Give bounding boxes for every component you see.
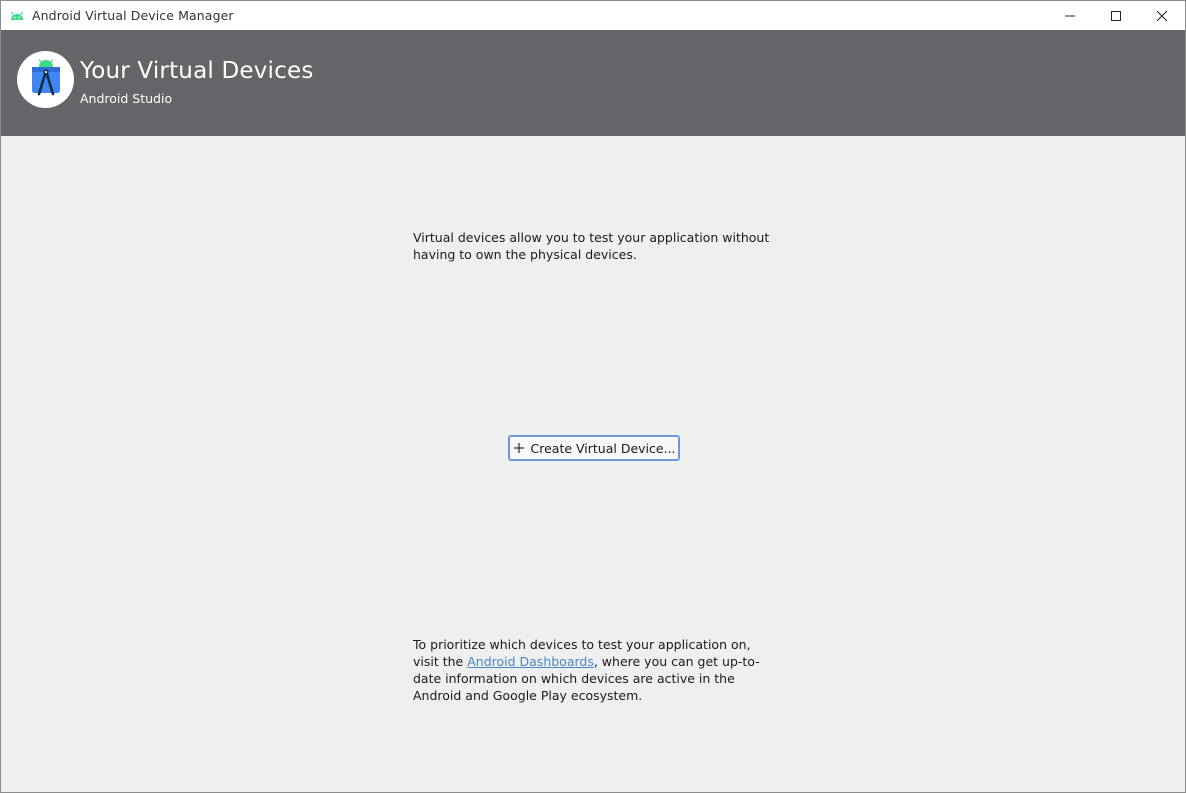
header-banner: Your Virtual Devices Android Studio	[1, 30, 1185, 136]
android-studio-logo-icon	[29, 58, 63, 101]
maximize-button[interactable]	[1093, 1, 1139, 30]
avd-manager-window: Android Virtual Device Manager Your Virt…	[0, 0, 1186, 793]
logo-badge	[17, 51, 74, 108]
title-bar[interactable]: Android Virtual Device Manager	[1, 1, 1185, 30]
page-title: Your Virtual Devices	[80, 58, 314, 84]
plus-icon	[513, 442, 525, 454]
page-subtitle: Android Studio	[80, 91, 173, 106]
create-virtual-device-button[interactable]: Create Virtual Device...	[508, 435, 680, 461]
android-icon	[9, 8, 25, 24]
window-title: Android Virtual Device Manager	[32, 8, 234, 23]
android-dashboards-link[interactable]: Android Dashboards	[467, 654, 594, 669]
minimize-icon	[1065, 11, 1075, 21]
main-content: Virtual devices allow you to test your a…	[1, 136, 1185, 792]
description-text: Virtual devices allow you to test your a…	[413, 230, 770, 262]
close-icon	[1157, 10, 1167, 21]
dashboards-info-text: To prioritize which devices to test your…	[413, 636, 773, 704]
window-controls	[1047, 1, 1185, 30]
close-button[interactable]	[1139, 1, 1185, 30]
create-button-label: Create Virtual Device...	[530, 440, 676, 456]
maximize-icon	[1111, 10, 1121, 21]
minimize-button[interactable]	[1047, 1, 1093, 30]
